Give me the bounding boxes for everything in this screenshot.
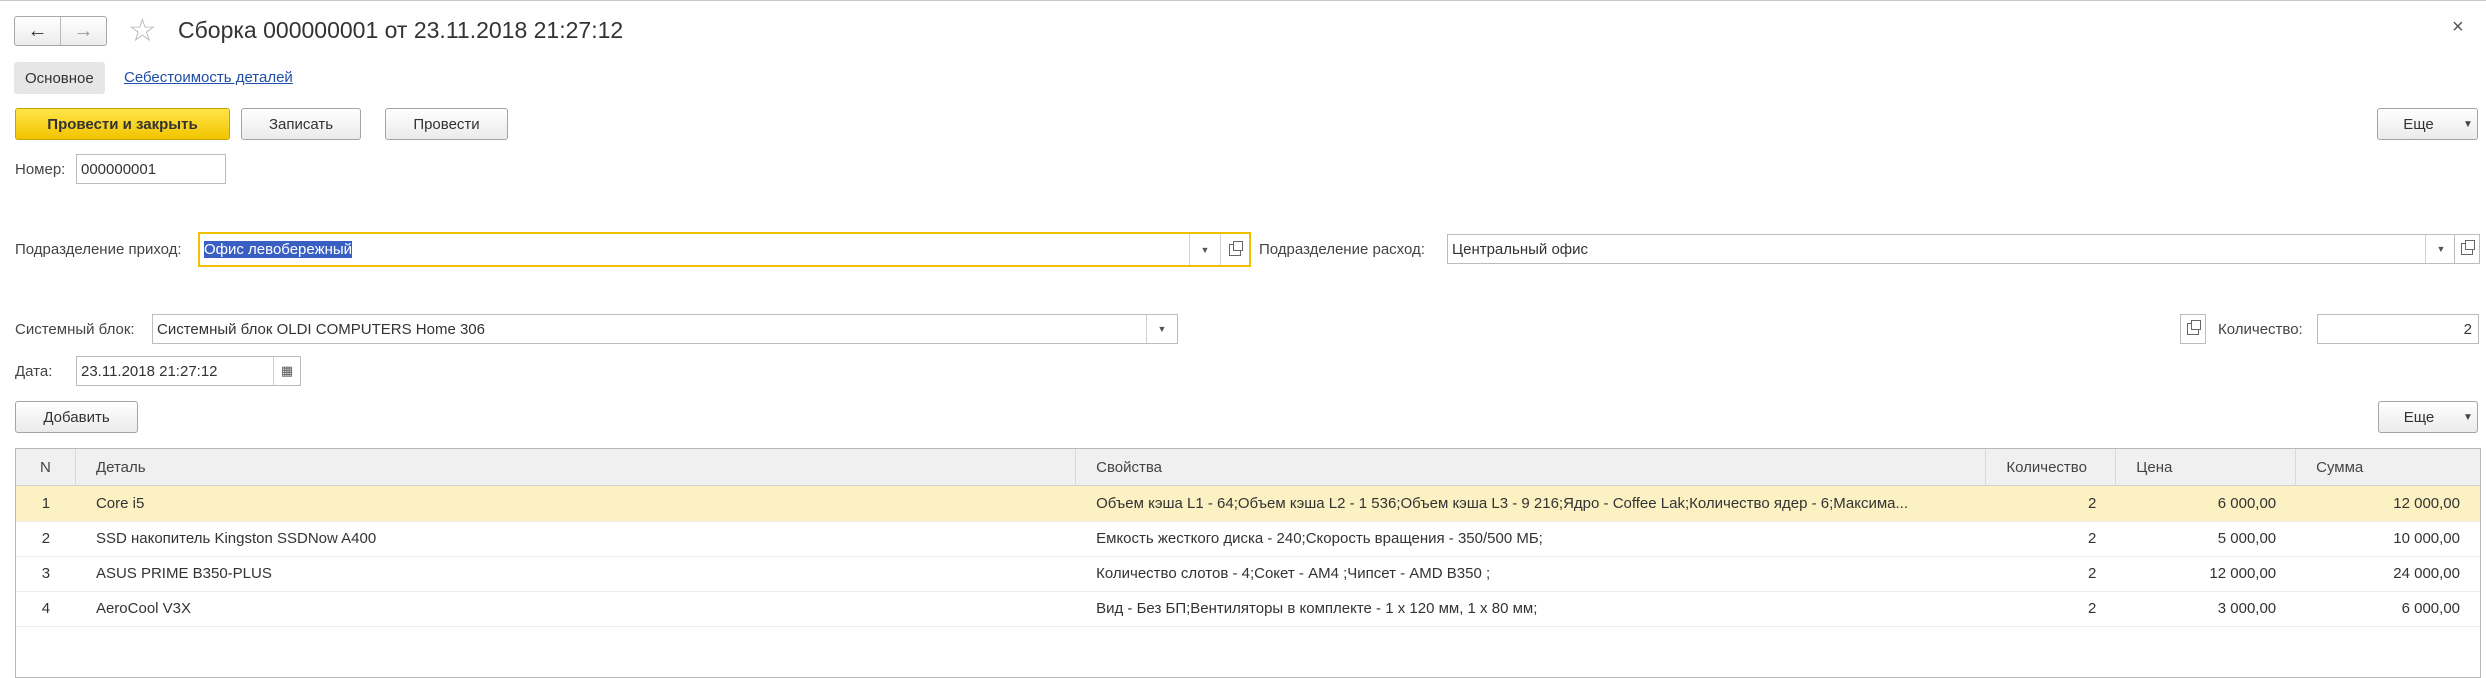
table-more-button[interactable]: Еще ▼	[2378, 401, 2478, 433]
expense-dept-label: Подразделение расход:	[1259, 241, 1425, 258]
top-border	[0, 0, 2486, 1]
cell-n: 1	[41, 495, 51, 512]
window-title: Сборка 000000001 от 23.11.2018 21:27:12	[178, 17, 624, 43]
tab-cost[interactable]: Себестоимость деталей	[124, 69, 293, 86]
cell-price: 12 000,00	[2209, 565, 2277, 582]
calendar-icon[interactable]: ▦	[273, 357, 300, 385]
quantity-value: 2	[2463, 320, 2472, 338]
expense-dept-value: Центральный офис	[1452, 240, 1589, 258]
dropdown-icon[interactable]: ▼	[2425, 235, 2456, 263]
date-label: Дата:	[15, 363, 53, 380]
date-field[interactable]: 23.11.2018 21:27:12 ▦	[76, 356, 301, 386]
chevron-down-icon: ▼	[2463, 118, 2473, 130]
cell-price: 6 000,00	[2217, 495, 2277, 512]
system-unit-value: Системный блок OLDI COMPUTERS Home 306	[157, 320, 485, 338]
open-icon[interactable]	[2454, 234, 2480, 264]
chevron-down-icon: ▼	[2463, 411, 2473, 423]
quantity-label: Количество:	[2218, 321, 2303, 338]
income-dept-field[interactable]: Офис левобережный ▼	[198, 232, 1251, 267]
cell-part: ASUS PRIME B350-PLUS	[95, 565, 272, 582]
table-row[interactable]: 4 AeroCool V3X Вид - Без БП;Вентиляторы …	[16, 591, 2480, 627]
number-field[interactable]: 000000001	[76, 154, 226, 184]
income-dept-value: Офис левобережный	[204, 241, 353, 258]
system-unit-field[interactable]: Системный блок OLDI COMPUTERS Home 306 ▼	[152, 314, 1178, 344]
quantity-field[interactable]: 2	[2317, 314, 2479, 344]
number-label: Номер:	[15, 161, 66, 178]
more-label: Еще	[2403, 115, 2434, 133]
forward-arrow-icon[interactable]: →	[60, 17, 106, 45]
cell-sum: 6 000,00	[2401, 600, 2460, 617]
parts-table: N Деталь Свойства Количество Цена Сумма …	[15, 448, 2481, 678]
save-button[interactable]: Записать	[241, 108, 361, 140]
open-icon[interactable]	[2180, 314, 2206, 344]
cell-qty: 2	[2087, 530, 2097, 547]
column-header-part[interactable]: Деталь	[76, 449, 1077, 485]
cell-props: Количество слотов - 4;Сокет - AM4 ;Чипсе…	[1096, 565, 1491, 582]
expense-dept-field[interactable]: Центральный офис ▼	[1447, 234, 2457, 264]
cell-n: 4	[41, 600, 51, 617]
cell-props: Объем кэша L1 - 64;Объем кэша L2 - 1 536…	[1096, 495, 1909, 512]
history-nav: ← →	[14, 16, 107, 46]
column-header-props[interactable]: Свойства	[1076, 449, 1987, 485]
table-row[interactable]: 3 ASUS PRIME B350-PLUS Количество слотов…	[16, 556, 2480, 592]
income-dept-label: Подразделение приход:	[15, 241, 182, 258]
add-row-button[interactable]: Добавить	[15, 401, 138, 433]
cell-n: 3	[41, 565, 51, 582]
column-header-qty[interactable]: Количество	[1986, 449, 2117, 485]
cell-qty: 2	[2087, 565, 2097, 582]
more-menu-button[interactable]: Еще ▼	[2377, 108, 2478, 140]
cell-sum: 12 000,00	[2393, 495, 2460, 512]
open-icon[interactable]	[1220, 234, 1249, 265]
cell-part: SSD накопитель Kingston SSDNow A400	[95, 530, 377, 547]
number-value: 000000001	[81, 160, 157, 178]
table-row[interactable]: 1 Core i5 Объем кэша L1 - 64;Объем кэша …	[16, 486, 2480, 522]
date-value: 23.11.2018 21:27:12	[81, 362, 218, 380]
cell-props: Емкость жесткого диска - 240;Скорость вр…	[1096, 530, 1543, 547]
system-unit-label: Системный блок:	[15, 321, 135, 338]
column-header-price[interactable]: Цена	[2116, 449, 2297, 485]
cell-sum: 24 000,00	[2393, 565, 2460, 582]
table-more-label: Еще	[2403, 408, 2435, 426]
dropdown-icon[interactable]: ▼	[1189, 234, 1220, 265]
dropdown-icon[interactable]: ▼	[1146, 315, 1177, 343]
back-arrow-icon[interactable]: ←	[15, 17, 60, 45]
cell-sum: 10 000,00	[2393, 530, 2460, 547]
cell-price: 3 000,00	[2217, 600, 2277, 617]
column-header-sum[interactable]: Сумма	[2296, 449, 2480, 485]
cell-part: Core i5	[95, 495, 145, 512]
table-row[interactable]: 2 SSD накопитель Kingston SSDNow A400 Ем…	[16, 521, 2480, 557]
column-header-n[interactable]: N	[16, 449, 76, 485]
post-button[interactable]: Провести	[385, 108, 508, 140]
post-and-close-button[interactable]: Провести и закрыть	[15, 108, 230, 140]
cell-part: AeroCool V3X	[95, 600, 192, 617]
cell-price: 5 000,00	[2217, 530, 2277, 547]
cell-n: 2	[41, 530, 51, 547]
table-header: N Деталь Свойства Количество Цена Сумма	[16, 449, 2480, 486]
close-icon[interactable]: ×	[2452, 16, 2464, 39]
cell-qty: 2	[2087, 495, 2097, 512]
cell-qty: 2	[2087, 600, 2097, 617]
tab-main[interactable]: Основное	[14, 62, 105, 94]
favorite-star-icon[interactable]: ☆	[128, 13, 157, 47]
cell-props: Вид - Без БП;Вентиляторы в комплекте - 1…	[1096, 600, 1538, 617]
